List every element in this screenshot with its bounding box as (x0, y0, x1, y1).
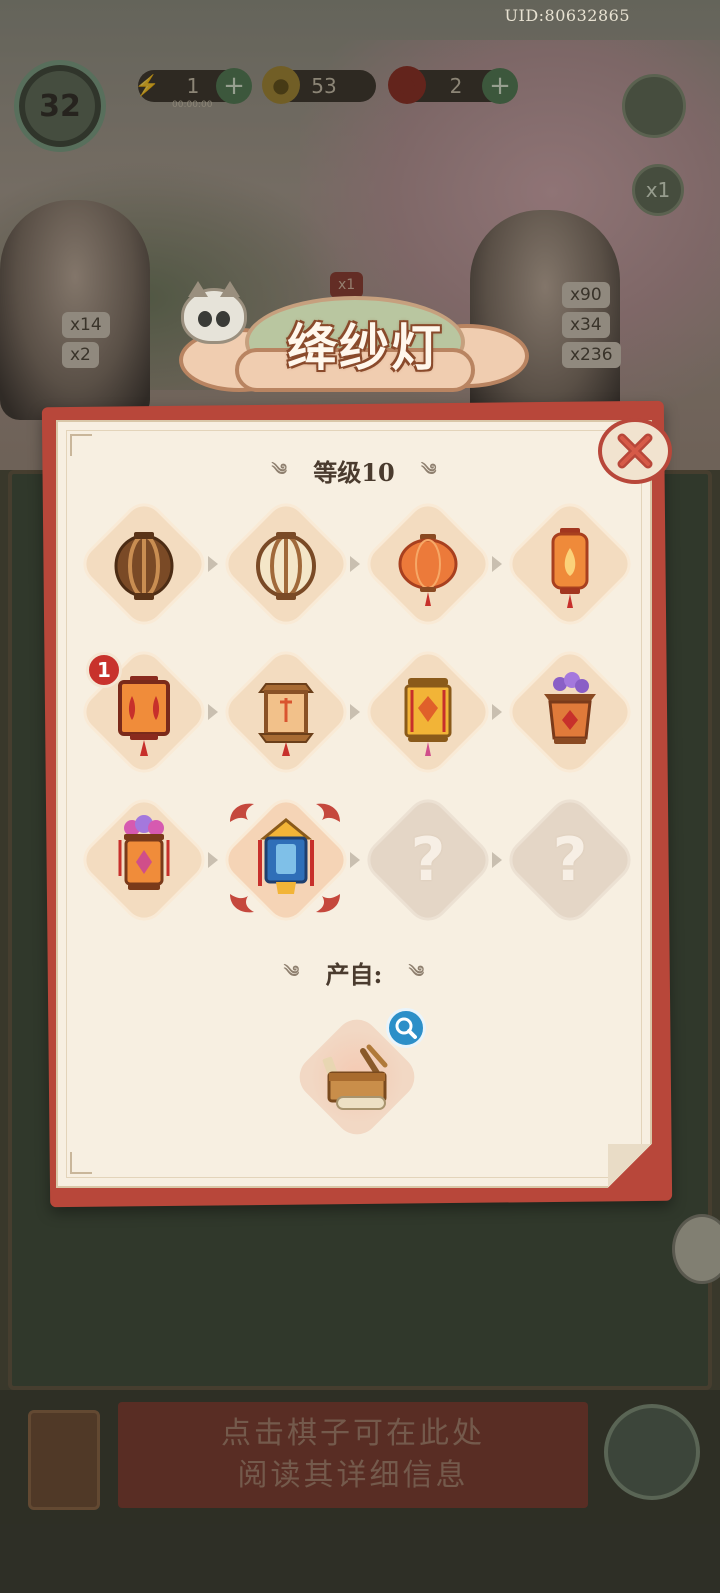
corner-ornament (70, 1152, 92, 1174)
golden-lantern-icon (404, 678, 452, 756)
chain-item-12-locked[interactable]: ? (504, 794, 636, 926)
cloud-flourish-icon (316, 803, 340, 822)
flower-vase-lantern-icon (544, 672, 596, 744)
produced-from-heading: ༄ 产自: ༄ (56, 954, 652, 999)
chain-item-2[interactable] (220, 498, 352, 630)
arrow-right-icon (208, 704, 218, 720)
chain-item-3[interactable] (362, 498, 494, 630)
search-source-button[interactable] (386, 1008, 426, 1048)
arrow-right-icon (350, 852, 360, 868)
chain-item-4[interactable] (504, 498, 636, 630)
arrow-right-icon (208, 852, 218, 868)
chain-item-1[interactable] (78, 498, 210, 630)
cat-eye (216, 311, 230, 327)
arrow-right-icon (492, 704, 502, 720)
hexagon-lantern-icon (258, 683, 314, 756)
arrow-right-icon (492, 556, 502, 572)
produced-from-label: 产自: (325, 960, 383, 989)
level-heading: ༄ 等级10 ༄ (56, 452, 652, 497)
chain-item-7[interactable] (362, 646, 494, 778)
arrow-right-icon (350, 704, 360, 720)
arrow-right-icon (208, 556, 218, 572)
chain-item-9[interactable] (78, 794, 210, 926)
swirl-ornament-icon: ༄ (283, 962, 300, 981)
cat-mascot-icon (181, 281, 247, 344)
round-red-lantern-icon (398, 534, 458, 606)
swirl-ornament-icon: ༄ (421, 460, 437, 479)
swirl-ornament-icon: ༄ (408, 962, 425, 981)
chain-item-8[interactable] (504, 646, 636, 778)
user-id: UID:80632865 (504, 6, 630, 25)
chain-item-6[interactable] (220, 646, 352, 778)
cloud-flourish-icon (230, 803, 254, 822)
modal-title: 绛纱灯 (287, 318, 443, 377)
level-label: 等级10 (313, 458, 395, 487)
chain-item-11-locked[interactable]: ? (362, 794, 494, 926)
flower-hanging-lantern-icon (118, 815, 170, 890)
cloud-flourish-icon (230, 894, 254, 913)
modal-title-banner: 绛纱灯 (175, 281, 535, 398)
swirl-ornament-icon: ༄ (271, 460, 287, 479)
arrow-right-icon (492, 852, 502, 868)
lantern-frame-dark-icon (114, 532, 174, 600)
arrow-right-icon (350, 556, 360, 572)
flame-lantern-icon (551, 528, 589, 608)
magnifier-icon (395, 1017, 417, 1039)
item-count-badge: 1 (86, 652, 122, 688)
question-mark-icon: ? (552, 825, 588, 895)
cloud-flourish-icon (316, 894, 340, 913)
lantern-frame-light-icon (256, 532, 316, 600)
question-mark-icon: ? (410, 825, 446, 895)
page-curl (608, 1144, 652, 1188)
cat-eye (198, 311, 212, 327)
